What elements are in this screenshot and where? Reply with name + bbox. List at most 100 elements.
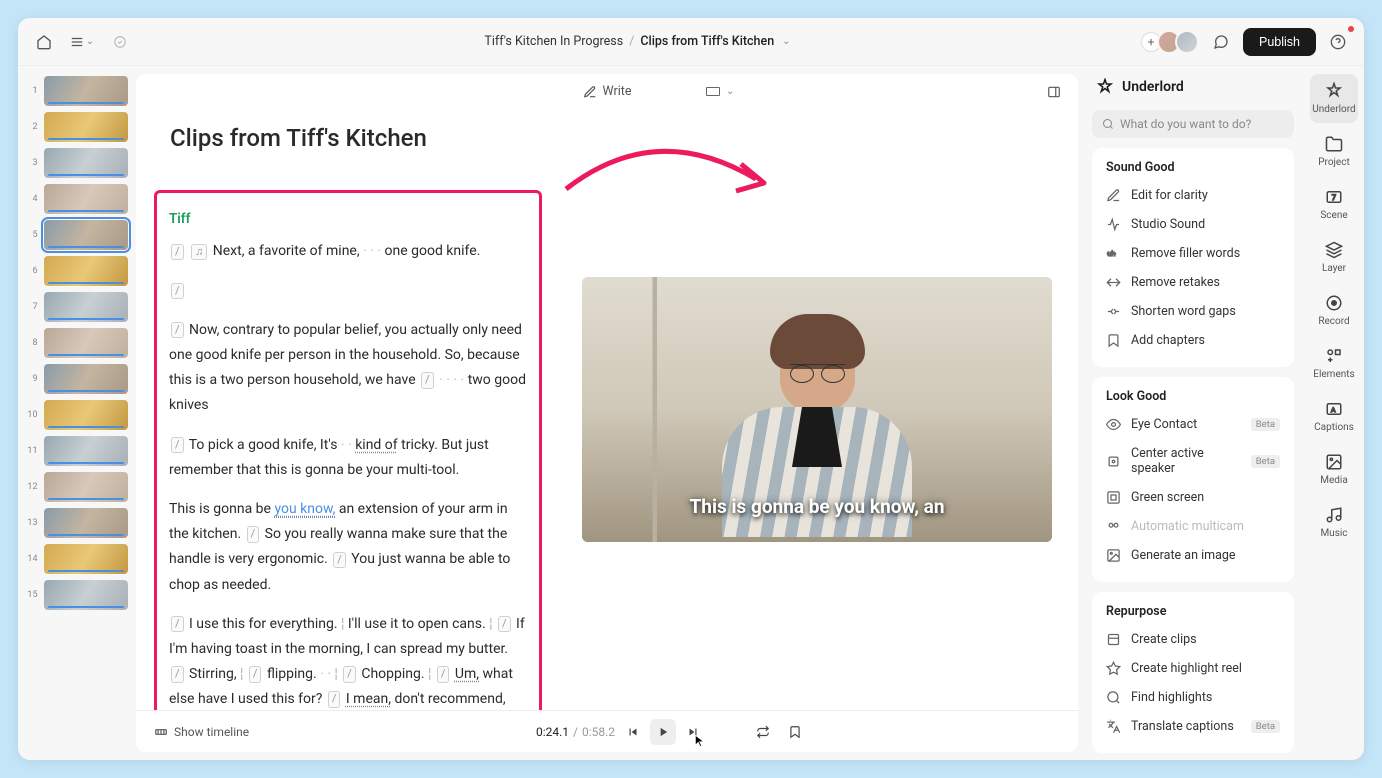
thumbnail-image[interactable] [44,580,128,610]
skip-back-button[interactable] [620,719,646,745]
thumbnail-item[interactable]: 3 [26,148,128,178]
thumbnail-item[interactable]: 7 [26,292,128,322]
tool-music[interactable]: Music [1310,498,1358,547]
thumbnail-item[interactable]: 6 [26,256,128,286]
thumbnail-item[interactable]: 12 [26,472,128,502]
highlight-reel-action[interactable]: Create highlight reel [1096,654,1290,683]
menu-dropdown[interactable]: ⌄ [68,28,96,56]
thumbnail-image[interactable] [44,400,128,430]
thumbnail-image[interactable] [44,220,128,250]
eye-contact-action[interactable]: Eye Contact Beta [1096,410,1290,439]
breadcrumb-project[interactable]: Tiff's Kitchen In Progress [484,34,623,49]
create-clips-action[interactable]: Create clips [1096,625,1290,654]
shorten-gaps-action[interactable]: Shorten word gaps [1096,297,1290,326]
thumbnail-item[interactable]: 4 [26,184,128,214]
thumbnail-item[interactable]: 15 [26,580,128,610]
write-label: Write [603,84,632,99]
thumbnail-number: 10 [26,410,38,420]
thumbnail-item[interactable]: 9 [26,364,128,394]
video-preview[interactable]: This is gonna be you know, an [582,277,1052,542]
thumbnail-item[interactable]: 11 [26,436,128,466]
speaker-label: Tiff [169,207,527,231]
play-button[interactable] [650,719,676,745]
collapse-panel-icon[interactable] [1040,78,1068,106]
thumbnail-item[interactable]: 14 [26,544,128,574]
svg-text:A: A [1331,406,1336,414]
thumbnail-image[interactable] [44,508,128,538]
add-chapters-action[interactable]: Add chapters [1096,326,1290,355]
script-paragraph[interactable]: / [169,279,527,304]
thumbnail-item[interactable]: 1 [26,76,128,106]
remove-retakes-action[interactable]: Remove retakes [1096,268,1290,297]
search-input[interactable]: What do you want to do? [1092,110,1294,138]
breadcrumb-current[interactable]: Clips from Tiff's Kitchen [640,34,774,49]
edit-clarity-action[interactable]: Edit for clarity [1096,181,1290,210]
tool-media[interactable]: Media [1310,445,1358,494]
script-paragraph[interactable]: / ♫ Next, a favorite of mine, · · · one … [169,239,527,264]
thumbnail-item[interactable]: 8 [26,328,128,358]
help-icon[interactable] [1324,28,1352,56]
studio-sound-action[interactable]: Studio Sound [1096,210,1290,239]
current-time: 0:24.1 [536,725,569,739]
thumbnail-image[interactable] [44,292,128,322]
thumbnail-image[interactable] [44,544,128,574]
tool-record[interactable]: Record [1310,286,1358,335]
sync-icon[interactable] [106,28,134,56]
thumbnail-image[interactable] [44,472,128,502]
thumbnail-image[interactable] [44,436,128,466]
time-display: 0:24.1 / 0:58.2 [536,725,615,739]
thumbnail-item[interactable]: 13 [26,508,128,538]
show-timeline-button[interactable]: Show timeline [154,725,249,739]
translate-captions-action[interactable]: Translate captions Beta [1096,712,1290,741]
green-screen-action[interactable]: Green screen [1096,483,1290,512]
tool-project[interactable]: Project [1310,127,1358,176]
tool-scene[interactable]: 7 Scene [1310,180,1358,229]
repurpose-section: Repurpose Create clips Create highlight … [1092,592,1294,753]
thumbnail-item[interactable]: 2 [26,112,128,142]
thumbnail-image[interactable] [44,256,128,286]
avatar[interactable] [1175,30,1199,54]
editor-column: Write ⌄ Clips from Tiff's Kitchen Tiff [136,74,1078,752]
remove-filler-action[interactable]: uh Remove filler words [1096,239,1290,268]
script-paragraph[interactable]: / To pick a good knife, It's · · kind of… [169,433,527,483]
thumbnail-item[interactable]: 5 [26,220,128,250]
comment-icon[interactable] [1207,28,1235,56]
thumbnail-image[interactable] [44,364,128,394]
write-button[interactable]: Write [583,84,632,99]
editor-header: Write ⌄ [136,74,1078,109]
tool-captions[interactable]: A Captions [1310,392,1358,441]
thumbnail-image[interactable] [44,148,128,178]
script-paragraph[interactable]: / I use this for everything. ¦ I'll use … [169,612,527,710]
thumbnail-image[interactable] [44,328,128,358]
tool-elements[interactable]: Elements [1310,339,1358,388]
script-paragraph[interactable]: / Now, contrary to popular belief, you a… [169,318,527,419]
generate-image-action[interactable]: Generate an image [1096,541,1290,570]
loop-icon[interactable] [750,719,776,745]
thumbnail-number: 11 [26,446,38,456]
thumbnail-item[interactable]: 10 [26,400,128,430]
thumbnail-number: 1 [26,86,38,96]
preview-pane: This is gonna be you know, an [556,109,1078,710]
thumbnail-number: 4 [26,194,38,204]
home-icon[interactable] [30,28,58,56]
thumbnail-image[interactable] [44,112,128,142]
main-area: 123456789101112131415 Write ⌄ Clips from [18,66,1364,760]
app-window: ⌄ Tiff's Kitchen In Progress / Clips fro… [18,18,1364,760]
script-pane[interactable]: Clips from Tiff's Kitchen Tiff / ♫ Next,… [136,109,556,710]
thumbnail-image[interactable] [44,184,128,214]
find-highlights-action[interactable]: Find highlights [1096,683,1290,712]
editor-body: Clips from Tiff's Kitchen Tiff / ♫ Next,… [136,109,1078,710]
tool-layer[interactable]: Layer [1310,233,1358,282]
script-paragraph[interactable]: This is gonna be you know, an extension … [169,497,527,598]
sound-good-section: Sound Good Edit for clarity Studio Sound… [1092,148,1294,367]
aspect-ratio-button[interactable]: ⌄ [706,86,734,97]
panel-title: Underlord [1092,78,1294,96]
thumbnail-image[interactable] [44,76,128,106]
tool-underlord[interactable]: Underlord [1310,74,1358,123]
bookmark-icon[interactable] [782,719,808,745]
skip-forward-button[interactable] [680,719,706,745]
presence-avatars[interactable]: + [1141,30,1199,54]
publish-button[interactable]: Publish [1243,28,1316,56]
center-speaker-action[interactable]: Center active speaker Beta [1096,439,1290,483]
chevron-down-icon[interactable]: ⌄ [782,36,790,47]
